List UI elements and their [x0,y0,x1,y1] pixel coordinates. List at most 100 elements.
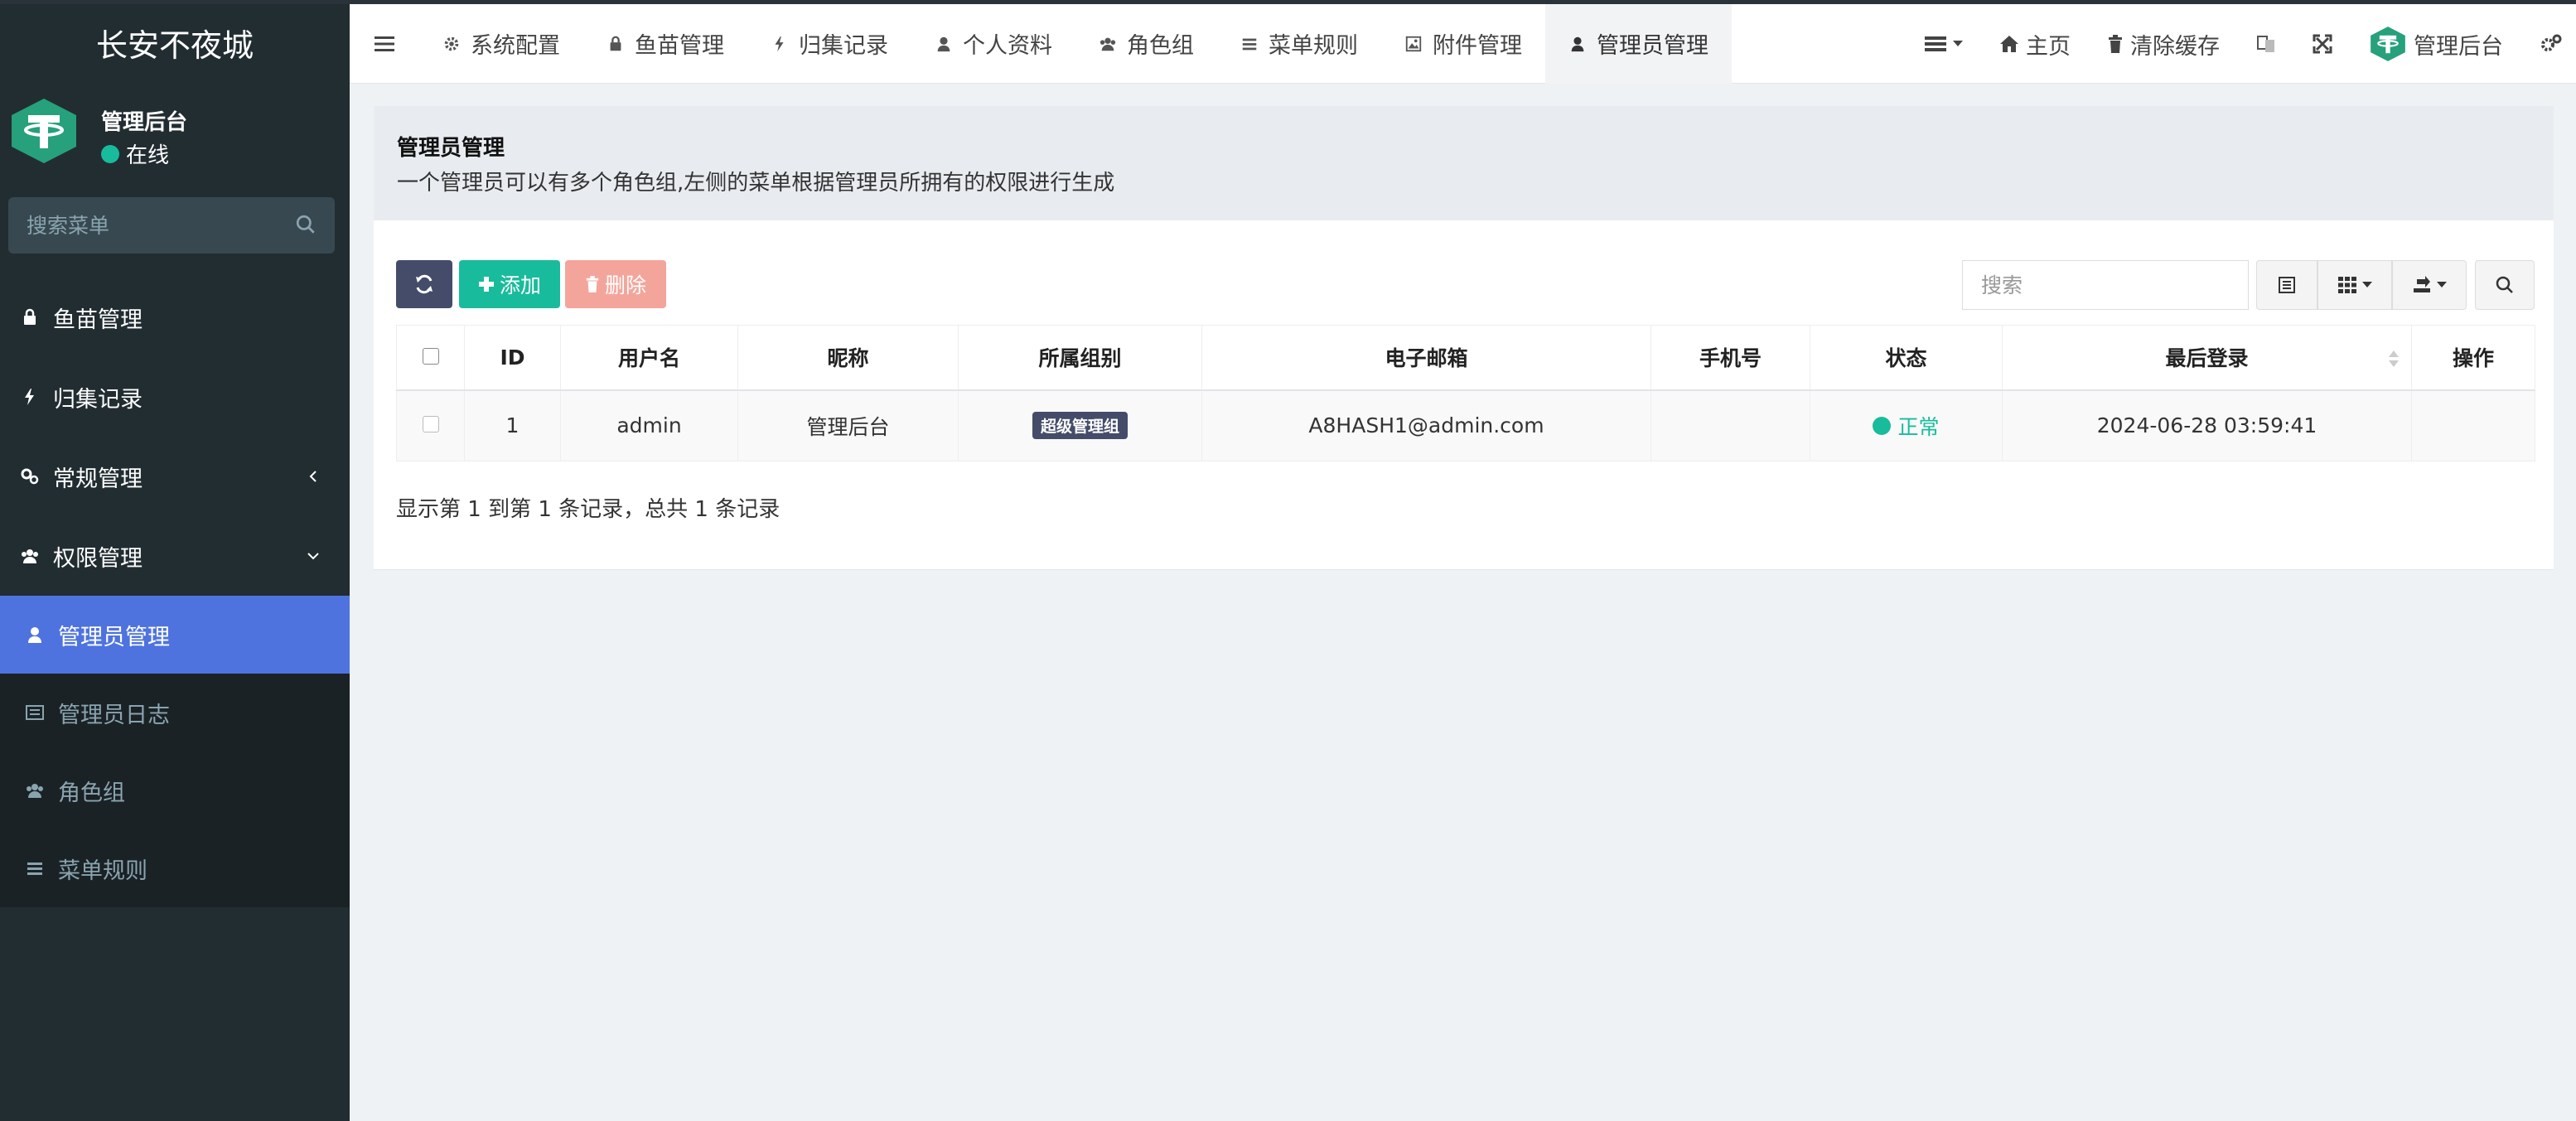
tab-label: 系统配置 [471,33,560,59]
settings-button[interactable] [2521,4,2576,84]
sidebar-item-label: 常规管理 [53,466,143,492]
tab-attachments[interactable]: 附件管理 [1381,4,1545,84]
cogs-icon [2541,34,2562,51]
fullscreen-button[interactable] [2294,4,2351,84]
table-header-row: ID 用户名 昵称 所属组别 电子邮箱 手机号 状态 最后登录 操作 [396,325,2535,391]
tab-label: 管理员管理 [1597,33,1708,59]
user-panel: 管理后台 在线 [0,80,350,196]
admin-name: 管理后台 [2414,33,2503,60]
user-name: 管理后台 [101,110,188,135]
add-button-label: 添加 [499,274,541,297]
column-header[interactable]: 用户名 [560,325,738,391]
user-status: 在线 [101,138,169,169]
sidebar-item-role-group[interactable]: 角色组 [0,751,350,829]
row-checkbox[interactable] [422,416,439,433]
list-view-icon [2279,277,2295,293]
advanced-search-button[interactable] [2475,260,2535,310]
home-link[interactable]: 主页 [1981,4,2089,84]
sidebar-item-label: 权限管理 [53,545,143,572]
sidebar-item-admin-manage[interactable]: 管理员管理 [0,596,350,674]
user-icon [1571,36,1584,51]
list-alt-icon [26,705,44,720]
more-menu-button[interactable] [1907,4,1981,84]
user-icon [937,36,950,51]
sidebar-toggle-button[interactable] [350,4,419,84]
online-dot-icon [101,144,119,163]
refresh-button[interactable] [396,260,452,308]
clear-cache-button[interactable]: 清除缓存 [2089,4,2238,84]
sidebar-item-collect[interactable]: 归集记录 [0,357,350,437]
sidebar-search-input[interactable] [8,213,282,238]
sidebar-item-admin-log[interactable]: 管理员日志 [0,674,350,751]
user-status-label: 在线 [126,143,170,168]
avatar [12,99,76,163]
sidebar-item-menu-rules[interactable]: 菜单规则 [0,829,350,907]
select-all-checkbox[interactable] [422,347,439,365]
columns-button[interactable] [2317,260,2392,310]
translate-button[interactable] [2238,4,2294,84]
home-label: 主页 [2026,33,2071,60]
sidebar: 长安不夜城 管理后台 在线 鱼苗管理 归集记录 [0,4,350,1121]
tab-collect[interactable]: 归集记录 [747,4,911,84]
sidebar-item-permissions[interactable]: 权限管理 [0,516,350,596]
tab-fish[interactable]: 鱼苗管理 [583,4,747,84]
chevron-left-icon [309,471,317,482]
sidebar-subitem-label: 角色组 [58,780,125,806]
sidebar-item-fish[interactable]: 鱼苗管理 [0,278,350,357]
add-button[interactable]: 添加 [459,260,560,308]
tab-label: 菜单规则 [1269,33,1358,59]
app-logo[interactable]: 长安不夜城 [0,4,350,80]
status-label: 正常 [1897,414,1940,439]
delete-button[interactable]: 删除 [565,260,666,308]
caret-down-icon [1953,41,1963,46]
list-icon [1925,36,1946,51]
tab-profile[interactable]: 个人资料 [911,4,1075,84]
permissions-submenu: 管理员管理 管理员日志 角色组 菜单规则 [0,596,350,907]
column-header[interactable]: ID [464,325,561,391]
table-row[interactable]: 1 admin 管理后台 超级管理组 A8HASH1@admin.com 正常 … [396,389,2535,461]
row-select-cell [396,389,465,461]
cell-status: 正常 [1810,389,2003,461]
delete-button-label: 删除 [604,274,646,297]
sidebar-search [8,197,335,254]
expand-icon [2313,34,2332,54]
export-button[interactable] [2392,260,2467,310]
sort-icon [2389,350,2399,367]
caret-down-icon [2362,282,2372,287]
trash-icon [586,276,599,292]
panel-header: 管理员管理 一个管理员可以有多个角色组,左侧的菜单根据管理员所拥有的权限进行生成 [374,106,2554,220]
cell-last-login: 2024-06-28 03:59:41 [2002,389,2412,461]
toggle-view-button[interactable] [2256,260,2317,310]
column-header-label: 最后登录 [2165,346,2249,371]
table-search-input[interactable] [1962,260,2249,310]
tab-admin-manage[interactable]: 管理员管理 [1545,3,1732,84]
column-header: 操作 [2411,325,2535,391]
column-header[interactable]: 电子邮箱 [1201,325,1651,391]
tab-system-config[interactable]: 系统配置 [419,4,583,84]
table-tools [2256,260,2467,310]
users-icon [22,549,38,563]
bolt-icon [25,389,34,405]
sidebar-item-general[interactable]: 常规管理 [0,437,350,516]
bars-icon [1242,38,1257,50]
bolt-icon [775,36,784,51]
column-header[interactable]: 状态 [1810,325,2003,391]
tab-label: 归集记录 [799,33,888,59]
column-header[interactable]: 所属组别 [958,325,1202,391]
tab-menu-rules[interactable]: 菜单规则 [1217,4,1381,84]
search-icon[interactable] [295,214,317,235]
last-login-header[interactable]: 最后登录 [2002,325,2412,391]
cell-nickname: 管理后台 [737,389,959,461]
bars-icon [375,36,394,51]
column-header[interactable]: 手机号 [1650,325,1810,391]
admin-user-menu[interactable]: 管理后台 [2351,4,2521,84]
column-header[interactable]: 昵称 [737,325,959,391]
page-description: 一个管理员可以有多个角色组,左侧的菜单根据管理员所拥有的权限进行生成 [397,171,1115,196]
user-icon [28,627,41,643]
cogs-icon [21,468,39,485]
tab-role-group[interactable]: 角色组 [1075,4,1217,84]
search-icon [2496,276,2513,293]
gear-icon [444,36,459,51]
app-logo-text: 长安不夜城 [95,27,254,64]
group-badge: 超级管理组 [1032,412,1128,440]
